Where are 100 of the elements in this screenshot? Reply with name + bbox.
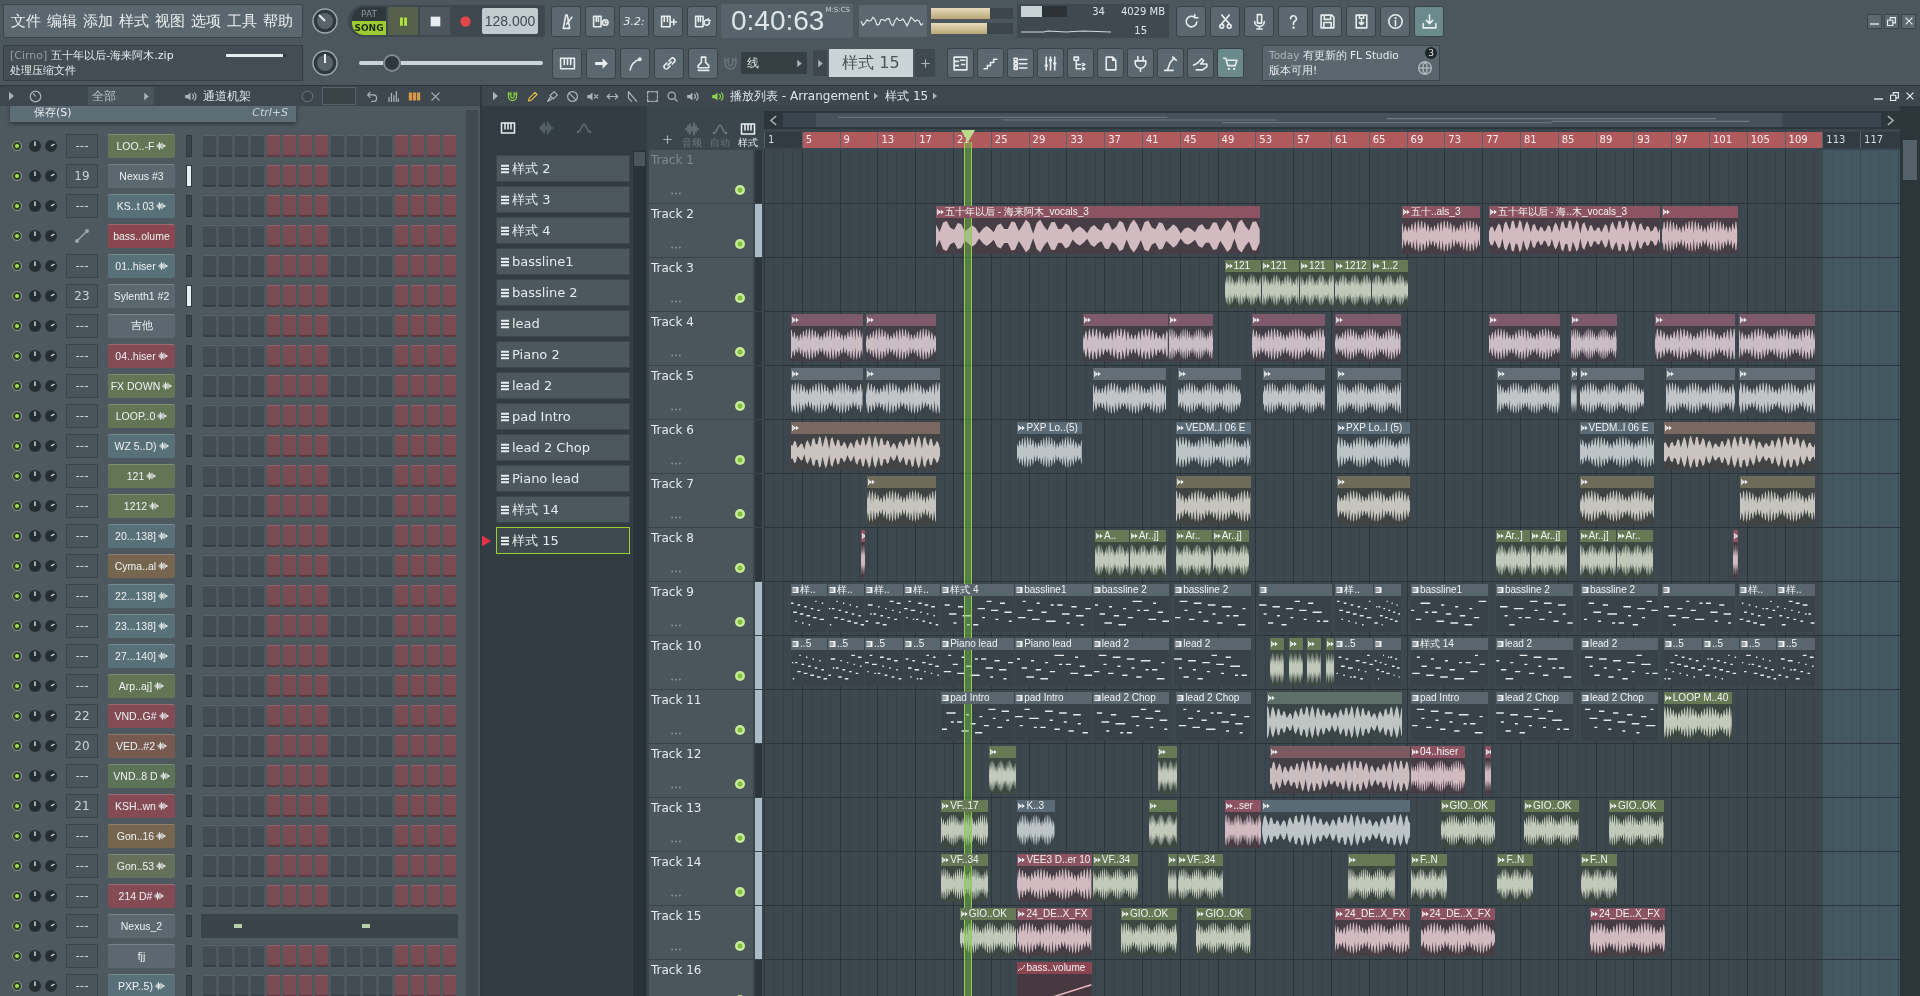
led-icon[interactable] — [735, 293, 745, 303]
volume-knob[interactable] — [45, 380, 57, 392]
pattern-clip[interactable]: bassline 2 — [1174, 584, 1251, 632]
pattern-clip[interactable] — [1373, 584, 1401, 632]
track-header[interactable]: Track 3 — [649, 258, 753, 312]
pan-knob[interactable] — [29, 470, 41, 482]
add-pattern-button[interactable] — [915, 49, 935, 77]
led-icon[interactable] — [735, 725, 745, 735]
track-header[interactable]: Track 10 — [649, 636, 753, 690]
audio-clip[interactable]: 04..hiser — [1410, 746, 1466, 794]
document-button[interactable] — [1097, 48, 1124, 78]
track-header[interactable]: Track 14 — [649, 852, 753, 906]
audio-clip[interactable] — [1251, 314, 1325, 362]
volume-knob[interactable] — [45, 650, 57, 662]
pan-knob[interactable] — [29, 290, 41, 302]
scroll-right-icon[interactable] — [1887, 114, 1894, 126]
mixer-track-field[interactable]: 21 — [66, 794, 98, 818]
channel-button[interactable]: KS..t 03 — [108, 194, 175, 218]
menu-item[interactable]: 文件 — [8, 6, 44, 36]
mixer-track-field[interactable]: --- — [66, 464, 98, 488]
audio-clip[interactable]: VF..34 — [941, 854, 989, 902]
volume-knob[interactable] — [45, 410, 57, 422]
pattern-item[interactable]: 样式 15 — [496, 527, 630, 554]
channel-button[interactable]: 22...138] — [108, 584, 175, 608]
magnet-icon[interactable] — [506, 89, 519, 103]
mixer-track-field[interactable]: 23 — [66, 284, 98, 308]
link-button[interactable] — [654, 47, 684, 79]
audio-clip[interactable] — [1571, 314, 1617, 362]
audio-clip[interactable]: 24_DE..X_FX — [1017, 908, 1092, 956]
led-icon[interactable] — [12, 951, 22, 961]
restore-button[interactable] — [1884, 13, 1899, 29]
ban-icon[interactable] — [566, 89, 579, 103]
audio-clip[interactable] — [1149, 800, 1177, 848]
refresh-button[interactable] — [1176, 5, 1206, 37]
audio-clip[interactable] — [791, 422, 941, 470]
pan-knob[interactable] — [29, 440, 41, 452]
audio-clip[interactable]: 五十年以后 - 海..木_vocals_3 — [1488, 206, 1660, 254]
lamp-button[interactable] — [1157, 48, 1184, 78]
volume-knob[interactable] — [45, 530, 57, 542]
audio-clip[interactable] — [1177, 368, 1242, 416]
mixer-track-field[interactable]: --- — [66, 374, 98, 398]
audio-clip[interactable]: Ar..j] — [1579, 530, 1616, 578]
channel-button[interactable]: Cyma..al — [108, 554, 175, 578]
pan-knob[interactable] — [29, 140, 41, 152]
audio-clip[interactable] — [1092, 368, 1166, 416]
channel-button[interactable]: Nexus #3 — [108, 164, 175, 188]
volume-knob[interactable] — [45, 470, 57, 482]
cart-button[interactable] — [1217, 48, 1244, 78]
volume-knob[interactable] — [45, 590, 57, 602]
bars-icon[interactable] — [408, 89, 421, 103]
led-icon[interactable] — [12, 471, 22, 481]
led-icon[interactable] — [12, 381, 22, 391]
volume-knob[interactable] — [45, 170, 57, 182]
volume-knob[interactable] — [45, 890, 57, 902]
pan-knob[interactable] — [29, 860, 41, 872]
menu-item[interactable]: 工具 — [224, 6, 260, 36]
pan-knob[interactable] — [29, 800, 41, 812]
close-button[interactable] — [1904, 90, 1916, 102]
keys-plus-button[interactable] — [653, 5, 683, 37]
led-icon[interactable] — [735, 779, 745, 789]
pan-knob[interactable] — [29, 500, 41, 512]
audio-clip[interactable]: 121 — [1299, 260, 1335, 308]
save-button[interactable] — [1312, 5, 1342, 37]
track-header[interactable]: Track 7 — [649, 474, 753, 528]
pan-knob[interactable] — [29, 980, 41, 992]
piano-roll-button[interactable] — [947, 48, 974, 78]
channel-button[interactable]: fjj — [108, 944, 175, 968]
audio-clip[interactable]: 五十..als_3 — [1402, 206, 1481, 254]
audio-clip[interactable]: VEE3 D..er 10 — [1017, 854, 1092, 902]
channel-button[interactable]: VED..#2 — [108, 734, 175, 758]
keys-loop-button[interactable] — [687, 5, 717, 37]
audio-clip[interactable]: 五十年以后 - 海来阿木_vocals_3 — [936, 206, 1260, 254]
mixer-track-field[interactable]: --- — [66, 614, 98, 638]
graph-icon[interactable] — [387, 89, 400, 103]
audio-clip[interactable] — [1497, 368, 1560, 416]
pattern-item[interactable]: 样式 14 — [496, 496, 630, 523]
select-indicator[interactable] — [186, 165, 192, 187]
track-header[interactable]: Track 12 — [649, 744, 753, 798]
knob[interactable] — [311, 49, 339, 77]
audio-clip[interactable]: Ar.. — [1616, 530, 1653, 578]
zoom-icon[interactable] — [666, 89, 679, 103]
waveform-icon[interactable] — [538, 120, 554, 136]
piano-keys-icon[interactable] — [500, 120, 516, 136]
pattern-clip[interactable]: lead 2 Chop — [1092, 692, 1170, 740]
stairs-button[interactable] — [977, 48, 1004, 78]
led-icon[interactable] — [12, 411, 22, 421]
channel-button[interactable]: KSH..wn — [108, 794, 175, 818]
pan-knob[interactable] — [29, 950, 41, 962]
audio-clip[interactable] — [1655, 314, 1736, 362]
audio-clip[interactable] — [1169, 314, 1214, 362]
track-header[interactable]: Track 2 — [649, 204, 753, 258]
audio-clip[interactable]: 121 — [1224, 260, 1261, 308]
audio-clip[interactable]: GIO..OK — [959, 908, 1017, 956]
scissors-button[interactable] — [1210, 5, 1240, 37]
audio-clip[interactable] — [1335, 314, 1401, 362]
volume-knob[interactable] — [45, 680, 57, 692]
pan-knob[interactable] — [29, 260, 41, 272]
led-icon[interactable] — [12, 291, 22, 301]
led-icon[interactable] — [12, 531, 22, 541]
audio-clip[interactable]: 24_DE..X_FX — [1589, 908, 1666, 956]
